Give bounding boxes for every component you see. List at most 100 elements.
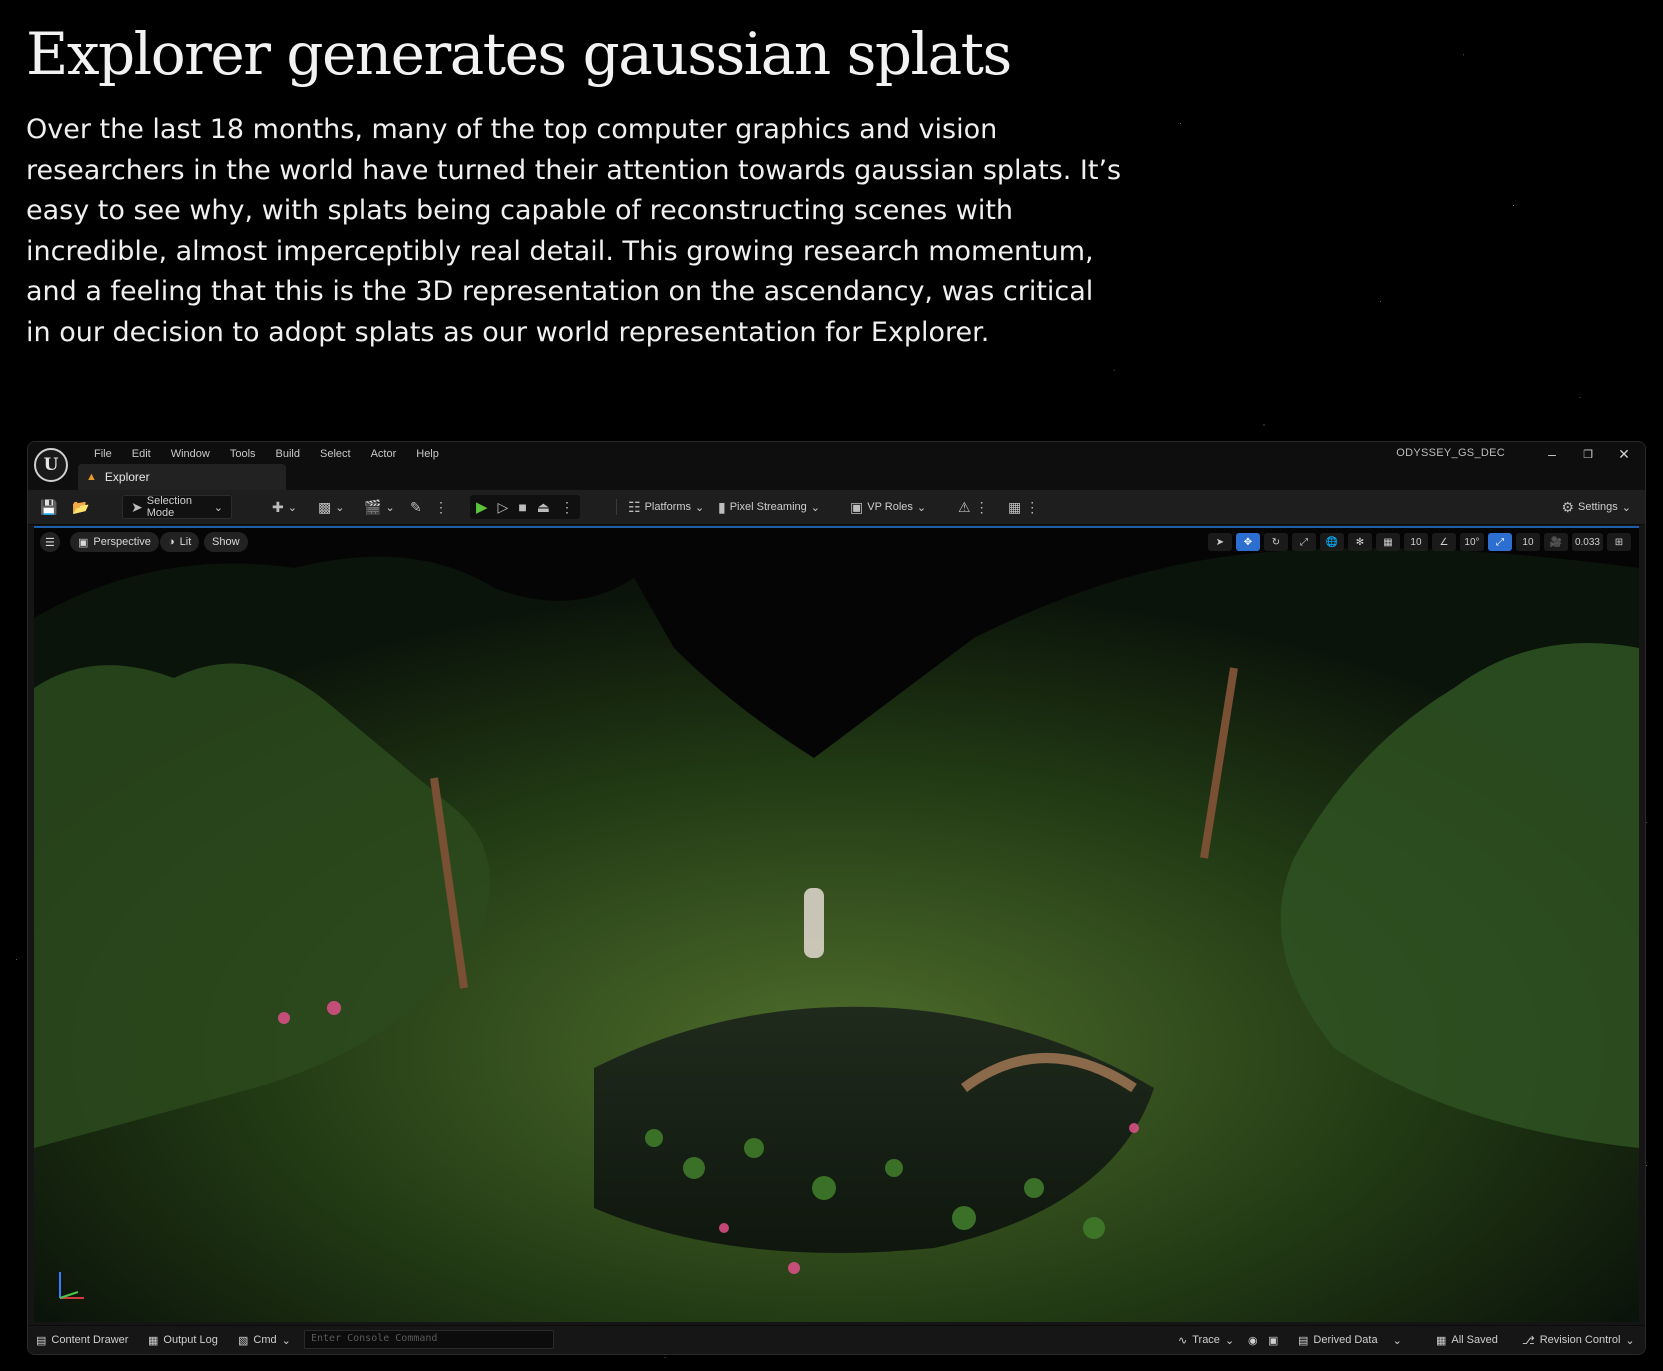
record-icon[interactable]: ◉ [1248,1332,1258,1348]
perspective-button[interactable]: ▣ Perspective [70,532,159,552]
stop-icon[interactable]: ■ [518,499,526,515]
camera-speed-icon[interactable]: 🎥 [1543,533,1568,551]
scale-snap-value[interactable]: 10 [1515,533,1540,551]
derived-data-dropdown[interactable]: ▤ Derived Data ⌄ [1298,1332,1402,1348]
pixel-streaming-icon: ▮ [718,498,726,515]
minimize-icon[interactable]: – [1535,442,1569,466]
selection-mode-dropdown[interactable]: ➤ Selection Mode ⌄ [122,495,232,519]
viewport-layout-icon[interactable]: ⊞ [1607,533,1631,551]
title-bar: U File Edit Window Tools Build Select Ac… [28,442,1645,490]
platforms-label: Platforms [644,501,692,513]
page-title: Explorer generates gaussian splats [26,20,1012,88]
rotation-snap-value[interactable]: 10° [1459,533,1484,551]
level-viewport[interactable]: ☰ ▣ Perspective ◑ Lit Show ➤ ✥ ↻ ⤢ 🌐 ✻ ▦… [34,526,1639,1322]
save-icon[interactable]: 💾 [40,495,57,519]
status-bar: ▤ Content Drawer ▦ Output Log ▧ Cmd ⌄ En… [28,1325,1645,1354]
output-log-label: Output Log [163,1334,218,1346]
chevron-down-icon: ⌄ [281,1334,291,1347]
platforms-icon: ☷ [628,498,641,515]
rotation-snap-icon[interactable]: ∠ [1431,533,1456,551]
select-tool-icon[interactable]: ➤ [1207,533,1232,551]
menu-window[interactable]: Window [161,444,220,464]
menu-actor[interactable]: Actor [361,444,407,464]
restore-icon[interactable]: ❐ [1571,442,1605,466]
rotate-tool-icon[interactable]: ↻ [1263,533,1288,551]
chevron-down-icon: ⌄ [1224,1334,1235,1347]
derived-data-icon: ▤ [1298,1334,1309,1347]
vp-roles-dropdown[interactable]: ▣ VP Roles ⌄ [850,495,926,519]
play-icon[interactable]: ▶ [476,498,488,516]
more-play-options-icon[interactable]: ⋮ [560,499,574,516]
camera-icon[interactable]: ▣ [1268,1332,1278,1348]
unreal-editor-window: U File Edit Window Tools Build Select Ac… [27,441,1646,1355]
browse-icon[interactable]: 📂 [72,495,89,519]
settings-icon: ⚙ [1561,498,1575,515]
revision-control-label: Revision Control [1539,1334,1621,1346]
viewport-menu-icon[interactable]: ☰ [40,532,60,552]
pixel-streaming-label: Pixel Streaming [729,501,807,513]
camera-speed-value[interactable]: 0.033 [1571,533,1603,551]
layout-icon[interactable]: ▦ ⋮ [1008,495,1039,519]
menu-file[interactable]: File [84,444,122,464]
modes-button[interactable]: ✎ [410,495,422,519]
chevron-down-icon: ⌄ [916,501,927,514]
grid-snap-value[interactable]: 10 [1403,533,1428,551]
chevron-down-icon: ⌄ [1392,1334,1402,1347]
cmd-dropdown[interactable]: ▧ Cmd ⌄ [238,1332,291,1348]
blueprints-button[interactable]: ▩ ⌄ [318,495,344,519]
project-name: ODYSSEY_GS_DEC [1396,447,1505,459]
eject-icon[interactable]: ⏏ [537,499,550,516]
saved-icon: ▦ [1436,1334,1447,1347]
output-log-icon: ▦ [148,1334,159,1347]
trace-icon: ∿ [1178,1334,1188,1347]
close-icon[interactable]: ✕ [1607,442,1641,466]
menu-build[interactable]: Build [266,444,310,464]
chevron-down-icon: ⌄ [695,501,705,514]
menu-select[interactable]: Select [310,444,361,464]
revision-control-dropdown[interactable]: ⎇ Revision Control ⌄ [1522,1332,1635,1348]
content-drawer-icon: ▤ [36,1334,47,1347]
translate-tool-icon[interactable]: ✥ [1235,533,1260,551]
platforms-dropdown[interactable]: ☷ Platforms ⌄ [628,495,704,519]
all-saved-button[interactable]: ▦ All Saved [1436,1332,1498,1348]
scale-tool-icon[interactable]: ⤢ [1291,533,1316,551]
perspective-label: Perspective [93,536,151,548]
step-icon[interactable]: ▷ [498,499,509,516]
more-options-icon[interactable]: ⋮ [434,495,448,519]
chevron-down-icon: ⌄ [213,501,223,514]
show-button[interactable]: Show [204,532,248,552]
surface-snap-icon[interactable]: ✻ [1347,533,1372,551]
menu-edit[interactable]: Edit [122,444,161,464]
world-local-icon[interactable]: 🌐 [1319,533,1344,551]
play-controls: ▶ ▷ ■ ⏏ ⋮ [470,495,581,519]
chevron-down-icon: ⌄ [810,501,820,514]
grid-snap-icon[interactable]: ▦ [1375,533,1400,551]
lit-button[interactable]: ◑ Lit [160,532,200,552]
tab-label: Explorer [104,470,150,484]
unreal-logo-icon[interactable]: U [34,448,68,482]
scale-snap-icon[interactable]: ⤢ [1487,533,1512,551]
content-drawer-label: Content Drawer [51,1334,129,1346]
gaussian-splat-garden-scene [34,528,1639,1322]
pixel-streaming-dropdown[interactable]: ▮ Pixel Streaming ⌄ [718,495,820,519]
cursor-icon: ➤ [131,498,143,515]
menu-help[interactable]: Help [406,444,449,464]
vp-roles-label: VP Roles [867,501,913,513]
show-label: Show [212,536,240,548]
source-control-icon[interactable]: ⚠ ⋮ [958,495,989,519]
cinematics-button[interactable]: 🎬 ⌄ [364,495,395,519]
console-command-input[interactable]: Enter Console Command [304,1330,554,1349]
output-log-button[interactable]: ▦ Output Log [148,1332,218,1348]
all-saved-label: All Saved [1451,1334,1498,1346]
vp-roles-icon: ▣ [850,498,864,515]
add-actor-button[interactable]: ✚ ⌄ [272,495,297,519]
selection-mode-label: Selection Mode [146,495,192,519]
lit-label: Lit [179,536,192,548]
tab-explorer[interactable]: ▲ Explorer [78,464,286,490]
content-drawer-button[interactable]: ▤ Content Drawer [36,1332,128,1348]
menu-tools[interactable]: Tools [220,444,266,464]
settings-dropdown[interactable]: ⚙ Settings ⌄ [1561,495,1631,519]
trace-dropdown[interactable]: ∿ Trace ⌄ [1178,1332,1234,1348]
cmd-label: Cmd [253,1334,277,1346]
chevron-down-icon: ⌄ [1621,501,1631,514]
